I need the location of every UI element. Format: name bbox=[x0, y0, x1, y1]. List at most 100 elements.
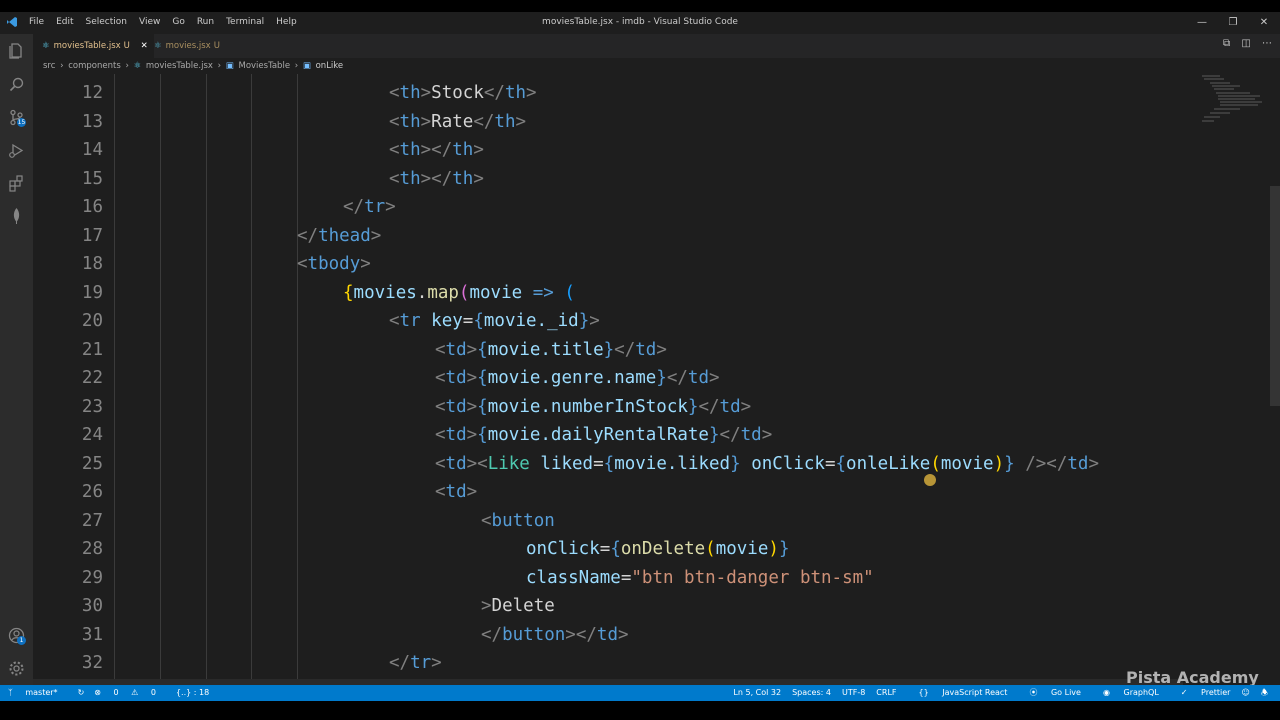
branch-status[interactable]: ᛉ master* bbox=[8, 685, 68, 701]
react-file-icon: ⚛ bbox=[133, 61, 142, 71]
code-line-23: <td>{movie.numberInStock}</td> bbox=[435, 397, 752, 417]
minimize-button[interactable]: — bbox=[1194, 15, 1210, 31]
line-number: 18 bbox=[81, 254, 103, 274]
breadcrumb-src[interactable]: src bbox=[43, 61, 55, 71]
indent-guide bbox=[206, 74, 207, 685]
indentation-status[interactable]: Spaces: 4 bbox=[792, 685, 831, 701]
code-line-22: <td>{movie.genre.name}</td> bbox=[435, 368, 720, 388]
breadcrumb-components[interactable]: components bbox=[68, 61, 121, 71]
warning-icon: ⚠ bbox=[131, 688, 139, 697]
code-line-30: >Delete bbox=[481, 596, 555, 616]
line-number: 32 bbox=[81, 653, 103, 673]
status-bar: ᛉ master* ↻ ⊗ 0 ⚠ 0 {..} : 18 Ln 5, Col … bbox=[0, 685, 1280, 701]
mouse-cursor-highlight bbox=[924, 474, 936, 486]
open-changes-icon[interactable]: ⧉ bbox=[1223, 38, 1230, 49]
code-line-14: <th></th> bbox=[389, 140, 484, 160]
line-number: 26 bbox=[81, 482, 103, 502]
code-line-24: <td>{movie.dailyRentalRate}</td> bbox=[435, 425, 773, 445]
line-number: 13 bbox=[81, 112, 103, 132]
selection-status[interactable]: {..} : 18 bbox=[176, 685, 209, 701]
line-number: 12 bbox=[81, 83, 103, 103]
code-line-28: onClick={onDelete(movie)} bbox=[526, 539, 790, 559]
scm-badge: 15 bbox=[17, 118, 26, 127]
symbol-variable-icon: ▣ bbox=[225, 61, 234, 71]
line-number: 27 bbox=[81, 511, 103, 531]
line-number: 16 bbox=[81, 197, 103, 217]
check-all-icon: ✓ bbox=[1180, 688, 1191, 697]
tab-moviestable[interactable]: ⚛ moviesTable.jsx U ✕ bbox=[33, 34, 154, 58]
code-line-21: <td>{movie.title}</td> bbox=[435, 340, 667, 360]
indent-guide bbox=[160, 74, 161, 685]
tab-label: movies.jsx bbox=[165, 41, 211, 51]
code-line-12: <th>Stock</th> bbox=[389, 83, 537, 103]
explorer-icon[interactable] bbox=[8, 42, 25, 59]
line-number: 30 bbox=[81, 596, 103, 616]
line-number: 29 bbox=[81, 568, 103, 588]
line-number: 15 bbox=[81, 169, 103, 189]
close-window-button[interactable]: ✕ bbox=[1256, 15, 1272, 31]
breadcrumb-file[interactable]: moviesTable.jsx bbox=[146, 61, 213, 71]
cursor-position[interactable]: Ln 5, Col 32 bbox=[733, 685, 781, 701]
run-debug-icon[interactable] bbox=[8, 142, 25, 159]
close-tab-icon[interactable]: ✕ bbox=[141, 41, 148, 51]
breadcrumb-separator-icon: › bbox=[60, 61, 64, 71]
code-line-19: {movies.map(movie => ( bbox=[343, 283, 575, 303]
tab-status: U bbox=[213, 41, 220, 51]
line-number: 25 bbox=[81, 454, 103, 474]
graphql-status[interactable]: ◉ GraphQL bbox=[1092, 685, 1159, 701]
breadcrumb: src › components › ⚛ moviesTable.jsx › ▣… bbox=[33, 58, 1280, 74]
line-number: 17 bbox=[81, 226, 103, 246]
tab-status: U bbox=[123, 41, 130, 51]
split-editor-icon[interactable]: ◫ bbox=[1241, 38, 1250, 49]
prettier-status[interactable]: ✓ Prettier bbox=[1170, 685, 1231, 701]
sync-icon[interactable]: ↻ bbox=[78, 685, 85, 701]
vertical-scrollbar[interactable] bbox=[1270, 186, 1280, 406]
editor-tabs: ⚛ moviesTable.jsx U ✕ ⚛ movies.jsx U ⧉ ◫ ⋯ bbox=[33, 34, 1280, 58]
line-number: 20 bbox=[81, 311, 103, 331]
symbol-variable-icon: ▣ bbox=[302, 61, 311, 71]
search-icon[interactable] bbox=[8, 76, 25, 93]
error-icon: ⊗ bbox=[94, 688, 101, 697]
language-mode[interactable]: {} JavaScript React bbox=[908, 685, 1008, 701]
react-file-icon: ⚛ bbox=[154, 41, 162, 51]
bottom-black-band bbox=[0, 701, 1280, 720]
breadcrumb-component[interactable]: MoviesTable bbox=[238, 61, 290, 71]
notifications-icon[interactable]: 🕭 bbox=[1261, 685, 1268, 701]
activity-bar: 15 1 bbox=[0, 34, 33, 685]
window-title: moviesTable.jsx - imdb - Visual Studio C… bbox=[542, 17, 738, 27]
line-number: 21 bbox=[81, 340, 103, 360]
code-line-25: <td><Like liked={movie.liked} onClick={o… bbox=[435, 454, 1099, 474]
indent-guide bbox=[251, 74, 252, 685]
indent-guide bbox=[114, 74, 115, 685]
react-file-icon: ⚛ bbox=[42, 41, 50, 51]
git-branch-icon: ᛉ bbox=[8, 688, 16, 697]
eol-status[interactable]: CRLF bbox=[876, 685, 896, 701]
feedback-icon[interactable]: ☺ bbox=[1241, 685, 1249, 701]
code-line-18: <tbody> bbox=[297, 254, 371, 274]
more-actions-icon[interactable]: ⋯ bbox=[1262, 38, 1272, 49]
accounts-badge: 1 bbox=[17, 636, 26, 645]
encoding-status[interactable]: UTF-8 bbox=[842, 685, 865, 701]
problems-status[interactable]: ⊗ 0 ⚠ 0 bbox=[94, 685, 166, 701]
minimap[interactable] bbox=[1200, 74, 1270, 685]
breadcrumb-separator-icon: › bbox=[125, 61, 129, 71]
indent-guide bbox=[297, 74, 298, 685]
code-line-26: <td> bbox=[435, 482, 478, 502]
tab-label: moviesTable.jsx bbox=[53, 41, 121, 51]
tab-movies[interactable]: ⚛ movies.jsx U bbox=[154, 34, 234, 58]
settings-gear-icon[interactable] bbox=[8, 660, 25, 677]
line-number: 14 bbox=[81, 140, 103, 160]
breadcrumb-symbol[interactable]: onLike bbox=[316, 61, 344, 71]
top-black-band bbox=[0, 0, 1280, 12]
line-number: 19 bbox=[81, 283, 103, 303]
location-icon: ◉ bbox=[1102, 688, 1113, 697]
go-live-button[interactable]: ⦿ Go Live bbox=[1018, 685, 1081, 701]
code-editor[interactable]: 12 13 14 15 16 17 18 19 20 21 22 23 24 2… bbox=[33, 74, 1280, 685]
editor-actions: ⧉ ◫ ⋯ bbox=[1223, 38, 1272, 49]
mongodb-leaf-icon[interactable] bbox=[8, 207, 25, 224]
extensions-icon[interactable] bbox=[8, 175, 25, 192]
restore-button[interactable]: ❐ bbox=[1225, 15, 1241, 31]
line-number: 23 bbox=[81, 397, 103, 417]
code-line-15: <th></th> bbox=[389, 169, 484, 189]
code-line-31: </button></td> bbox=[481, 625, 629, 645]
